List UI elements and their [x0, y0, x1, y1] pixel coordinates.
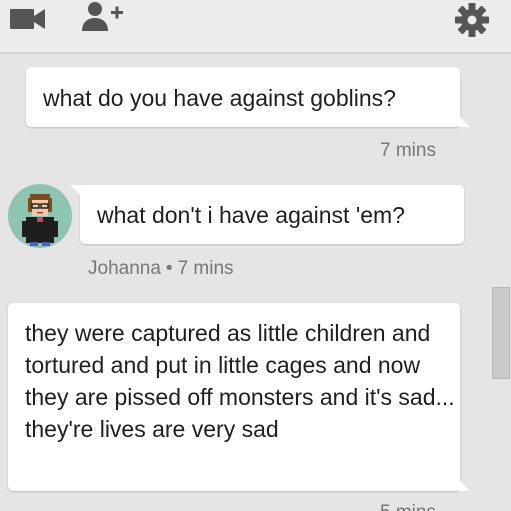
- message-text: they were captured as little children an…: [25, 320, 455, 442]
- gear-icon[interactable]: [452, 0, 492, 40]
- message-text: what do you have against goblins?: [43, 85, 396, 111]
- bubble-tail: [70, 185, 82, 197]
- avatar-pixel-art-icon: [22, 194, 58, 246]
- message-timestamp: 7 mins: [380, 140, 436, 161]
- message-text: what don't i have against 'em?: [97, 202, 405, 228]
- chat-message-list[interactable]: what do you have against goblins? 7 mins: [0, 53, 511, 511]
- message-bubble-outgoing: they were captured as little children an…: [8, 303, 470, 491]
- meta-separator: •: [165, 258, 173, 279]
- message-meta: Johanna • 7 mins: [88, 258, 234, 280]
- bubble-tail: [458, 115, 470, 127]
- message-bubble-incoming: what don't i have against 'em?: [70, 185, 464, 244]
- video-camera-icon[interactable]: [8, 6, 48, 32]
- message-bubble-outgoing: what do you have against goblins?: [26, 67, 470, 127]
- add-person-icon[interactable]: [80, 0, 126, 34]
- bubble-tail: [458, 479, 470, 491]
- avatar[interactable]: [8, 184, 72, 248]
- message-timestamp: 7 mins: [177, 258, 234, 279]
- scrollbar-thumb[interactable]: [492, 287, 510, 379]
- message-timestamp: 5 mins: [380, 502, 436, 511]
- chat-toolbar: [0, 0, 511, 53]
- sender-name[interactable]: Johanna: [88, 258, 161, 279]
